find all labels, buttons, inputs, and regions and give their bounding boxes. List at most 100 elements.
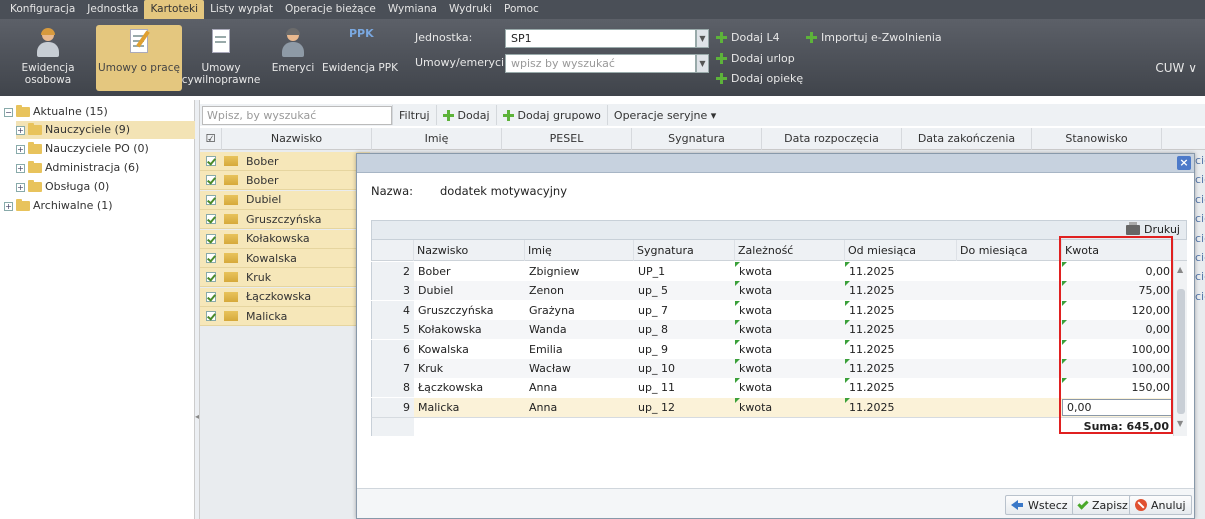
col-stanowisko[interactable]: Stanowisko — [1032, 128, 1162, 150]
col-do-miesiaca[interactable]: Do miesiąca — [957, 240, 1062, 261]
employee-row[interactable]: Kołakowska — [200, 229, 370, 249]
menu-jednostka[interactable]: Jednostka — [81, 0, 144, 19]
menu-kartoteki[interactable]: Kartoteki — [144, 0, 205, 19]
col-data-zakonczenia[interactable]: Data zakończenia — [902, 128, 1032, 150]
cancel-button[interactable]: Anuluj — [1129, 495, 1192, 515]
cell-syg[interactable]: up_ 10 — [634, 359, 735, 378]
table-row[interactable]: 2 Bober Zbigniew UP_1 kwota 11.2025 0,00 — [371, 262, 1173, 281]
cell-do[interactable] — [957, 340, 1062, 359]
row-checkbox[interactable] — [206, 233, 216, 244]
umowy-search-input[interactable]: wpisz by wyszukać — [505, 54, 696, 73]
menu-wydruki[interactable]: Wydruki — [443, 0, 498, 19]
add-group-button[interactable]: Dodaj grupowo — [495, 105, 607, 125]
cell-od[interactable]: 11.2025 — [845, 300, 957, 320]
col-nazwisko[interactable]: Nazwisko — [414, 240, 525, 261]
menu-listy-wyplat[interactable]: Listy wypłat — [204, 0, 279, 19]
cell-od[interactable]: 11.2025 — [845, 262, 957, 281]
jednostka-select[interactable]: SP1 — [505, 29, 696, 48]
cell-syg[interactable]: UP_1 — [634, 262, 735, 281]
cell-syg[interactable]: up_ 7 — [634, 301, 735, 320]
scroll-up-icon[interactable]: ▲ — [1177, 265, 1183, 274]
cell-nazwisko[interactable]: Kowalska — [414, 340, 525, 359]
cell-nazwisko[interactable]: Kołakowska — [414, 320, 525, 339]
print-button[interactable]: Drukuj — [1125, 221, 1180, 236]
cell-nazwisko[interactable]: Malicka — [414, 398, 525, 417]
table-row[interactable]: 7 Kruk Wacław up_ 10 kwota 11.2025 100,00 — [371, 359, 1173, 378]
cell-zal[interactable]: kwota — [735, 281, 845, 300]
menu-operacje-biezace[interactable]: Operacje bieżące — [279, 0, 382, 19]
cell-imie[interactable]: Zenon — [525, 281, 634, 300]
cell-od[interactable]: 11.2025 — [845, 281, 957, 300]
row-checkbox[interactable] — [206, 194, 216, 205]
cell-imie[interactable]: Wacław — [525, 359, 634, 378]
cell-syg[interactable]: up_ 5 — [634, 281, 735, 300]
row-checkbox[interactable] — [206, 175, 216, 186]
col-imie[interactable]: Imię — [525, 240, 634, 261]
expand-icon[interactable]: + — [4, 201, 13, 211]
col-sygnatura[interactable]: Sygnatura — [634, 240, 735, 261]
expand-icon[interactable]: + — [16, 125, 25, 135]
cell-zal[interactable]: kwota — [735, 320, 845, 339]
save-button[interactable]: Zapisz — [1072, 495, 1134, 515]
cell-syg[interactable]: up_ 12 — [634, 398, 735, 417]
cuw-menu[interactable]: CUW ∨ — [1155, 61, 1197, 75]
cell-do[interactable] — [957, 262, 1062, 281]
serial-operations-button[interactable]: Operacje seryjne ▾ — [606, 105, 722, 125]
collapse-left-icon[interactable]: ◂ — [195, 412, 199, 421]
row-checkbox[interactable] — [206, 156, 216, 166]
filter-button[interactable]: Filtruj — [392, 105, 436, 125]
cell-imie[interactable]: Emilia — [525, 340, 634, 359]
table-row[interactable]: 9 Malicka Anna up_ 12 kwota 11.2025 0,00 — [371, 397, 1173, 417]
ewidencja-ppk-button[interactable]: PPK Ewidencja PPK — [322, 25, 398, 91]
employee-row[interactable]: Kowalska — [200, 249, 370, 268]
cell-syg[interactable]: up_ 9 — [634, 340, 735, 359]
scroll-down-icon[interactable]: ▼ — [1177, 419, 1183, 428]
col-od-miesiaca[interactable]: Od miesiąca — [845, 240, 957, 261]
cell-od[interactable]: 11.2025 — [845, 378, 957, 397]
cell-od[interactable]: 11.2025 — [845, 320, 957, 339]
dodaj-opieke-button[interactable]: Dodaj opiekę — [716, 72, 803, 85]
cell-do[interactable] — [957, 398, 1062, 417]
scroll-thumb[interactable] — [1177, 289, 1185, 414]
table-row[interactable]: 4 Gruszczyńska Grażyna up_ 7 kwota 11.2025 120… — [371, 300, 1173, 320]
cell-nazwisko[interactable]: Gruszczyńska — [414, 301, 525, 320]
employee-row[interactable]: Gruszczyńska — [200, 210, 370, 230]
ewidencja-osobowa-button[interactable]: Ewidencja osobowa — [18, 25, 78, 91]
cell-zal[interactable]: kwota — [735, 339, 845, 359]
employee-row[interactable]: Łączkowska — [200, 287, 370, 307]
umowy-cywilnoprawne-button[interactable]: Umowy cywilnoprawne — [182, 25, 260, 91]
select-all-icon[interactable]: ☑ — [200, 128, 222, 150]
expand-icon[interactable]: + — [16, 144, 25, 154]
menu-konfiguracja[interactable]: Konfiguracja — [4, 0, 81, 19]
cell-imie[interactable]: Anna — [525, 398, 634, 417]
table-row[interactable]: 8 Łączkowska Anna up_ 11 kwota 11.2025 150,00 — [371, 378, 1173, 398]
cell-do[interactable] — [957, 301, 1062, 320]
employee-row[interactable]: Bober — [200, 152, 370, 171]
dodaj-l4-button[interactable]: Dodaj L4 — [716, 31, 780, 44]
cell-imie[interactable]: Wanda — [525, 320, 634, 339]
table-row[interactable]: 5 Kołakowska Wanda up_ 8 kwota 11.2025 0,00 — [371, 320, 1173, 340]
cell-imie[interactable]: Zbigniew — [525, 262, 634, 281]
employee-row[interactable]: Kruk — [200, 268, 370, 288]
expand-icon[interactable]: + — [16, 182, 25, 192]
employee-row[interactable]: Malicka — [200, 307, 370, 327]
employee-row[interactable]: Dubiel — [200, 190, 370, 210]
employee-row[interactable]: Bober — [200, 171, 370, 191]
back-button[interactable]: Wstecz — [1005, 495, 1074, 515]
cell-zal[interactable]: kwota — [735, 397, 845, 417]
cell-zal[interactable]: kwota — [735, 378, 845, 397]
cell-do[interactable] — [957, 281, 1062, 300]
cell-zal[interactable]: kwota — [735, 262, 845, 281]
tree-node-archiwalne[interactable]: + Archiwalne (1) — [4, 197, 113, 215]
umowy-dropdown-icon[interactable]: ▼ — [696, 54, 709, 73]
cell-imie[interactable]: Grażyna — [525, 301, 634, 320]
grid-search-input[interactable]: Wpisz, by wyszukać — [202, 105, 392, 125]
row-checkbox[interactable] — [206, 272, 216, 283]
tree-node-nauczyciele[interactable]: + Nauczyciele (9) — [16, 121, 195, 139]
menu-pomoc[interactable]: Pomoc — [498, 0, 545, 19]
col-sygnatura[interactable]: Sygnatura — [632, 128, 762, 150]
cell-nazwisko[interactable]: Dubiel — [414, 281, 525, 300]
row-checkbox[interactable] — [206, 311, 216, 322]
menu-wymiana[interactable]: Wymiana — [382, 0, 443, 19]
col-data-rozpoczecia[interactable]: Data rozpoczęcia — [762, 128, 902, 150]
